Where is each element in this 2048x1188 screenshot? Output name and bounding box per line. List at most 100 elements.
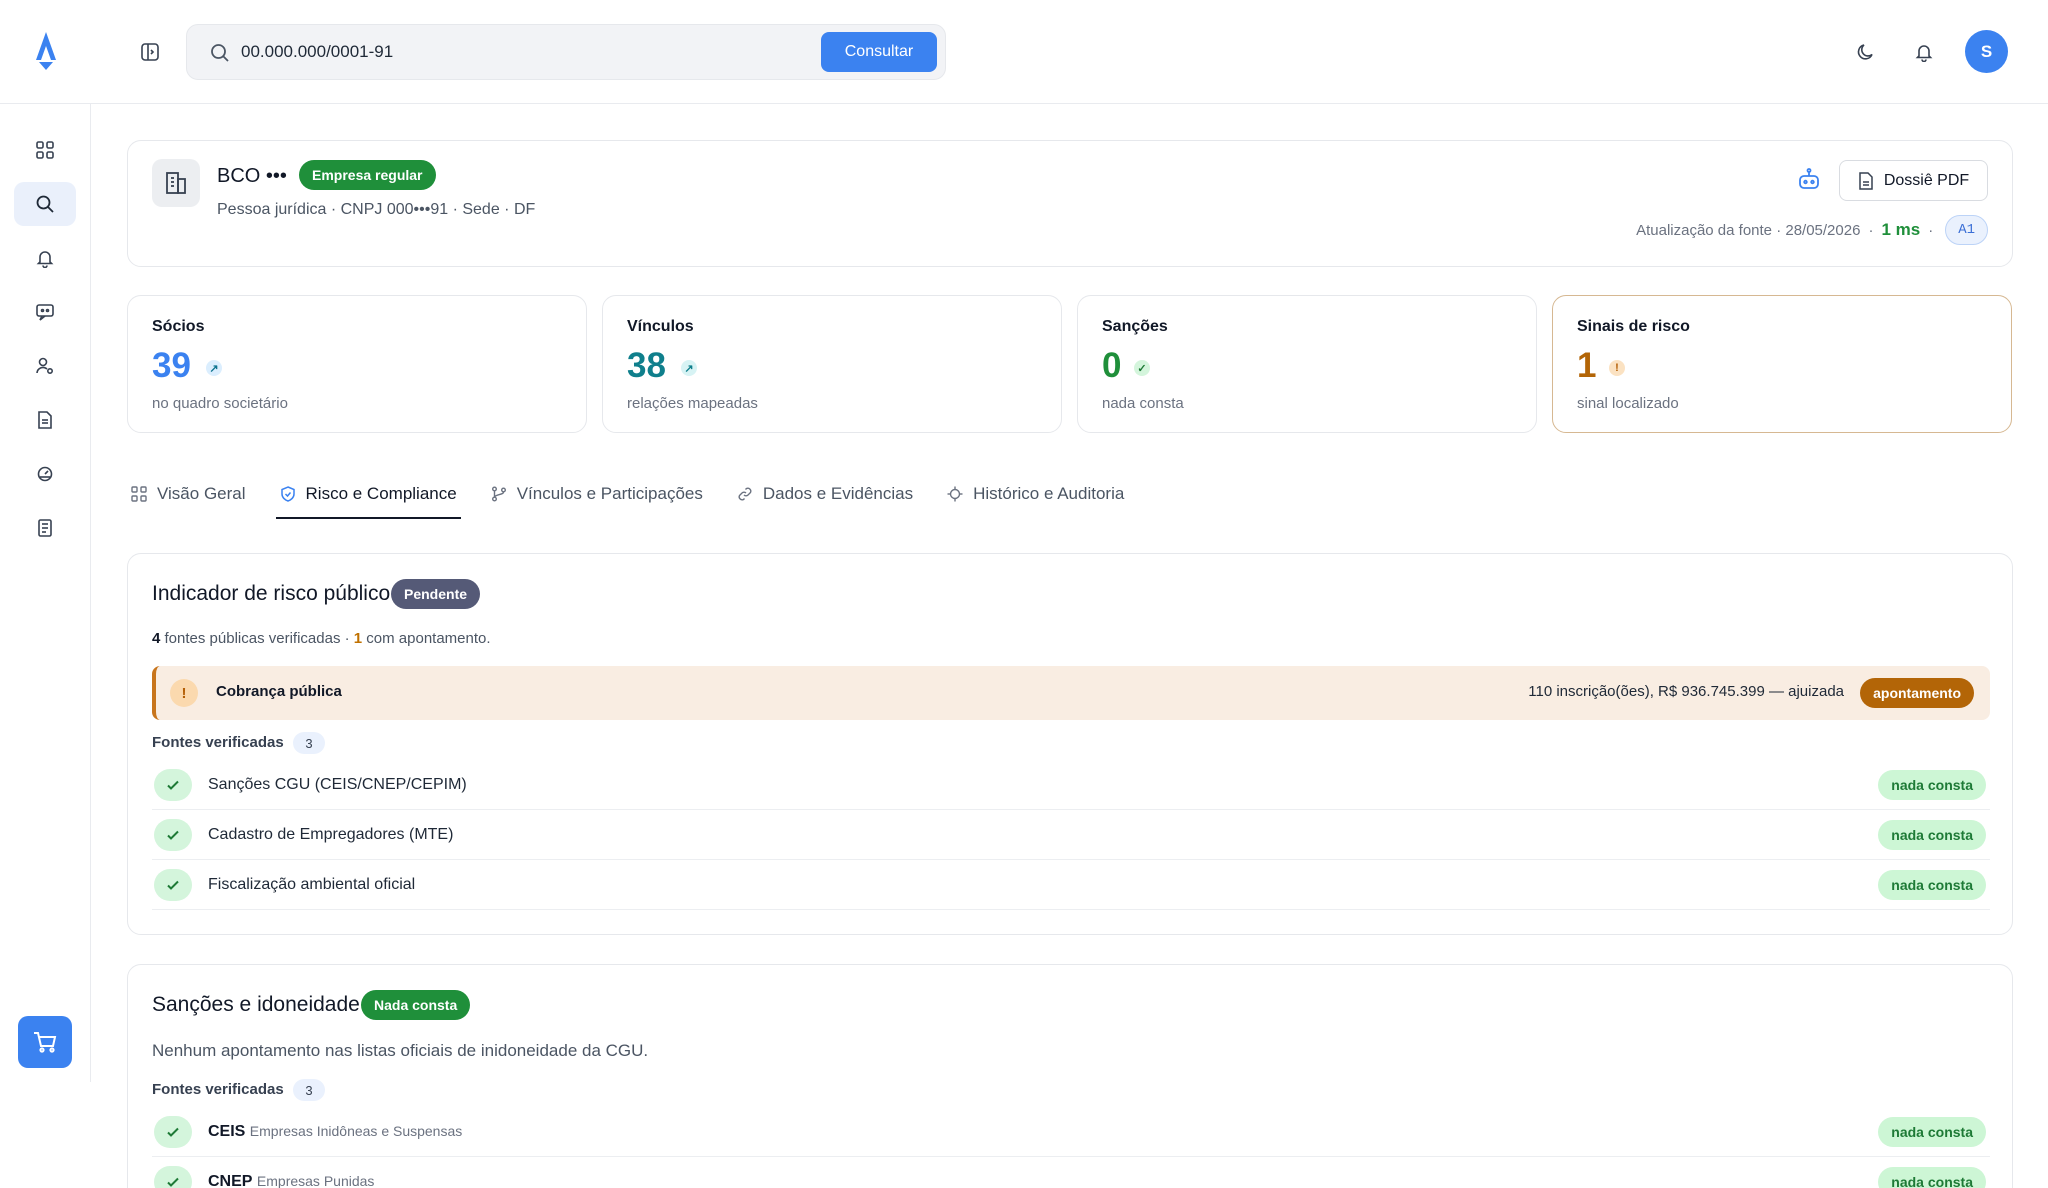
- nada-consta-badge: nada consta: [1878, 1167, 1986, 1188]
- stat-label: Sinais de risco: [1577, 318, 1690, 335]
- stat-value: 0: [1102, 346, 1122, 385]
- check-icon: [154, 1116, 192, 1148]
- sanctions-panel: Sanções e idoneidade Nada consta Nenhum …: [127, 964, 2013, 1188]
- sidebar-chat-bot-icon[interactable]: [14, 290, 76, 334]
- findings-text: com apontamento.: [366, 630, 491, 647]
- tab-dados-e-evidencias[interactable]: Dados e Evidências: [733, 470, 917, 518]
- sources-count: 4: [152, 630, 161, 647]
- warning-icon: !: [170, 679, 198, 707]
- warning-icon: !: [1609, 360, 1625, 376]
- risk-indicator-panel: Indicador de risco público Pendente 4 fo…: [127, 553, 2013, 935]
- fontes-verificadas-label: Fontes verificadas: [152, 734, 284, 751]
- link-icon: [738, 487, 752, 501]
- sidebar-toggle-icon[interactable]: [136, 38, 164, 66]
- nada-consta-badge: nada consta: [1878, 1117, 1986, 1147]
- sidebar: [0, 104, 91, 1082]
- list-item: CEIS Empresas Inidôneas e Suspensas nada…: [152, 1107, 1990, 1157]
- check-icon: ✓: [1134, 360, 1150, 376]
- panel-title: Indicador de risco público: [152, 582, 391, 605]
- nada-consta-status-badge: Nada consta: [361, 990, 471, 1020]
- dossie-pdf-button[interactable]: Dossiê PDF: [1839, 160, 1988, 201]
- stat-subtitle: nada consta: [1102, 395, 1184, 412]
- source-name: CNEP Empresas Punidas: [208, 1173, 374, 1188]
- company-subtitle: Pessoa jurídica · CNPJ 000•••91 · Sede ·…: [217, 201, 536, 218]
- tab-vinculos-e-participacoes[interactable]: Vínculos e Participações: [487, 470, 707, 518]
- tab-risco-e-compliance[interactable]: Risco e Compliance: [275, 470, 461, 519]
- source-name: Fiscalização ambiental oficial: [208, 876, 416, 893]
- trend-arrow-icon: ↗: [206, 360, 222, 376]
- stat-label: Vínculos: [627, 318, 694, 335]
- findings-count: 1: [353, 630, 363, 647]
- stat-card-socios[interactable]: Sócios 39 ↗ no quadro societário: [127, 295, 587, 433]
- stat-label: Sanções: [1102, 318, 1168, 335]
- building-icon: [152, 159, 200, 207]
- tab-label: Visão Geral: [157, 484, 246, 503]
- app-logo[interactable]: [30, 30, 62, 72]
- stat-card-sancoes[interactable]: Sanções 0 ✓ nada consta: [1077, 295, 1537, 433]
- check-icon: [154, 819, 192, 851]
- alert-title: Cobrança pública: [216, 683, 342, 700]
- stat-value: 1: [1577, 346, 1597, 385]
- tab-visao-geral[interactable]: Visão Geral: [127, 470, 250, 518]
- tier-badge: A1: [1945, 215, 1988, 245]
- stat-card-sinais-de-risco[interactable]: Sinais de risco 1 ! sinal localizado: [1552, 295, 2012, 433]
- list-item: Cadastro de Empregadores (MTE) nada cons…: [152, 810, 1990, 860]
- status-badge-pendente: Pendente: [391, 579, 481, 609]
- search-icon: [209, 42, 231, 64]
- source-name: Cadastro de Empregadores (MTE): [208, 826, 454, 843]
- latency-value: 1 ms: [1881, 220, 1921, 239]
- check-icon: [154, 869, 192, 901]
- source-description: Empresas Inidôneas e Suspensas: [249, 1123, 463, 1139]
- stat-value: 39: [152, 346, 191, 385]
- shopping-cart-icon[interactable]: [18, 1016, 72, 1068]
- notifications-bell-icon[interactable]: [1910, 38, 1938, 66]
- sidebar-document-icon[interactable]: [14, 398, 76, 442]
- sidebar-search-icon[interactable]: [14, 182, 76, 226]
- stat-label: Sócios: [152, 318, 205, 335]
- user-avatar[interactable]: S: [1965, 30, 2008, 73]
- source-name: CEIS Empresas Inidôneas e Suspensas: [208, 1123, 462, 1141]
- alert-cobranca-publica[interactable]: ! Cobrança pública 110 inscrição(ões), R…: [152, 666, 1990, 720]
- sidebar-dashboard-grid-icon[interactable]: [14, 128, 76, 172]
- panel-title: Sanções e idoneidade: [152, 993, 360, 1016]
- tab-label: Histórico e Auditoria: [973, 484, 1125, 503]
- check-icon: [154, 1166, 192, 1188]
- company-status-badge: Empresa regular: [299, 160, 436, 190]
- grid-icon: [131, 486, 147, 502]
- top-bar: Consultar S: [0, 0, 2048, 104]
- source-code: CNEP: [208, 1173, 253, 1188]
- separator-dot: ·: [1868, 221, 1874, 239]
- sidebar-alerts-bell-icon[interactable]: [14, 236, 76, 280]
- stat-subtitle: no quadro societário: [152, 395, 288, 412]
- company-header-card: BCO ••• Empresa regular Pessoa jurídica …: [127, 140, 2013, 267]
- search-bar: Consultar: [186, 24, 946, 80]
- tab-label: Risco e Compliance: [305, 484, 457, 503]
- tab-historico-e-auditoria[interactable]: Histórico e Auditoria: [943, 470, 1128, 518]
- stat-value: 38: [627, 346, 666, 385]
- branch-icon: [491, 486, 506, 502]
- stat-card-vinculos[interactable]: Vínculos 38 ↗ relações mapeadas: [602, 295, 1062, 433]
- list-item: Sanções CGU (CEIS/CNEP/CEPIM) nada const…: [152, 760, 1990, 810]
- file-pdf-icon: [1859, 171, 1873, 190]
- list-item: CNEP Empresas Punidas nada consta: [152, 1157, 1990, 1188]
- source-update-line: Atualização da fonte · 28/05/2026 · 1 ms…: [1636, 215, 1988, 245]
- robot-assistant-icon[interactable]: [1795, 166, 1823, 194]
- tab-bar: Visão Geral Risco e Compliance Vínculos …: [127, 470, 1154, 519]
- sidebar-user-settings-icon[interactable]: [14, 344, 76, 388]
- trend-arrow-icon: ↗: [681, 360, 697, 376]
- fontes-verificadas-label: Fontes verificadas: [152, 1081, 284, 1098]
- nada-consta-badge: nada consta: [1878, 770, 1986, 800]
- sidebar-report-list-icon[interactable]: [14, 506, 76, 550]
- source-description: Empresas Punidas: [256, 1173, 375, 1188]
- stat-subtitle: sinal localizado: [1577, 395, 1679, 412]
- consultar-button[interactable]: Consultar: [821, 32, 937, 72]
- tab-label: Vínculos e Participações: [516, 484, 703, 503]
- sources-text: fontes públicas verificadas ·: [164, 630, 350, 647]
- search-input[interactable]: [241, 35, 801, 69]
- sources-summary: 4 fontes públicas verificadas · 1 com ap…: [152, 630, 491, 647]
- nada-consta-badge: nada consta: [1878, 870, 1986, 900]
- tab-label: Dados e Evidências: [762, 484, 914, 503]
- dark-mode-moon-icon[interactable]: [1852, 38, 1880, 66]
- shield-check-icon: [280, 486, 295, 502]
- sidebar-gauge-icon[interactable]: [14, 452, 76, 496]
